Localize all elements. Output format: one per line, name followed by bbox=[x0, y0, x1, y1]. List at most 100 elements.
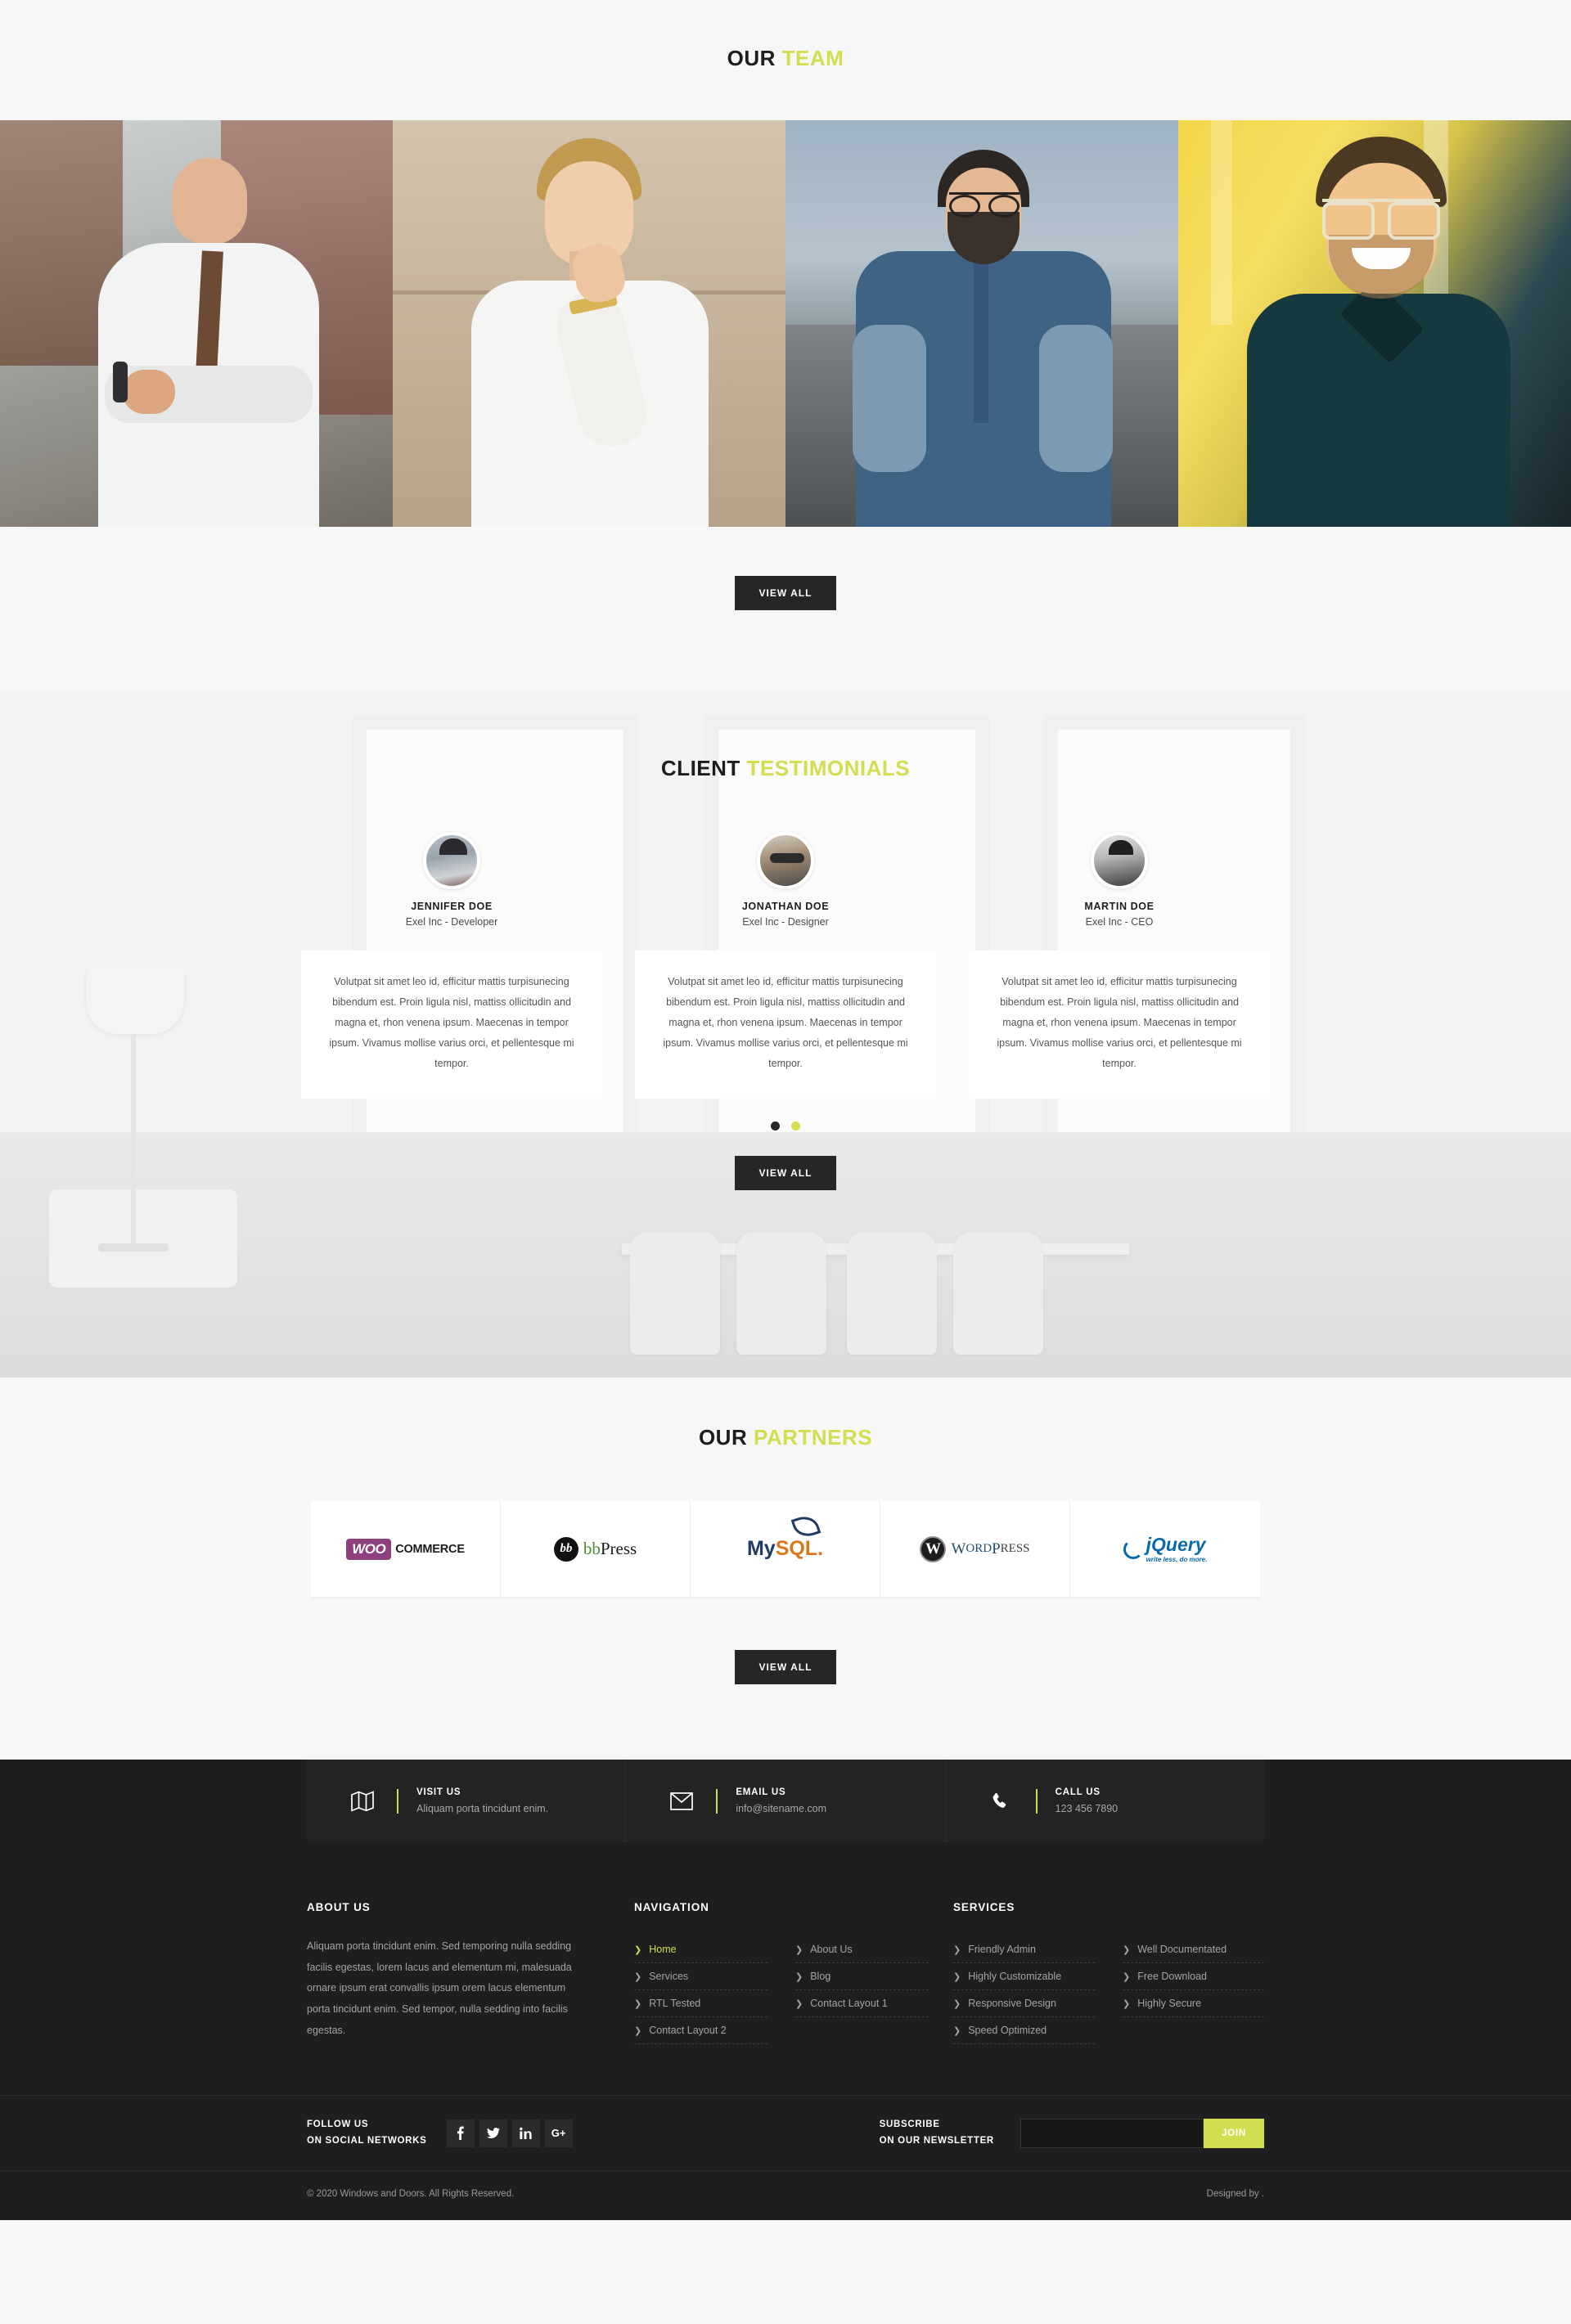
footer-columns: ABOUT US Aliquam porta tincidunt enim. S… bbox=[307, 1842, 1264, 2095]
team-member-card-1[interactable] bbox=[0, 120, 393, 527]
footer-nav-subcol-2: ❯ About Us ❯ Blog ❯ Contact Layout 1 bbox=[795, 1936, 929, 2044]
chevron-right-icon: ❯ bbox=[953, 1998, 961, 2009]
bbpress-logo: bb bb Press bbox=[553, 1536, 637, 1562]
follow-us-label: FOLLOW US ON SOCIAL NETWORKS bbox=[307, 2117, 427, 2149]
partners-view-all-button[interactable]: VIEW ALL bbox=[734, 1650, 837, 1684]
divider bbox=[716, 1788, 718, 1814]
footer-link-responsive-design[interactable]: ❯ Responsive Design bbox=[953, 1990, 1095, 2017]
google-plus-icon[interactable]: G+ bbox=[544, 2119, 573, 2147]
chevron-right-icon: ❯ bbox=[795, 1944, 804, 1955]
team-member-card-2[interactable] bbox=[393, 120, 786, 527]
jquery-logo: jQuery write less, do more. bbox=[1123, 1533, 1207, 1563]
team-member-card-4[interactable] bbox=[1178, 120, 1571, 527]
jquery-text: jQuery bbox=[1146, 1533, 1206, 1555]
footer-link-well-documentated[interactable]: ❯ Well Documentated bbox=[1123, 1936, 1264, 1963]
subscribe-label: SUBSCRIBE ON OUR NEWSLETTER bbox=[880, 2117, 994, 2149]
mysql-text-2: SQL. bbox=[775, 1537, 824, 1560]
follow-us-line-2: ON SOCIAL NETWORKS bbox=[307, 2135, 427, 2146]
testimonials-view-all-button[interactable]: VIEW ALL bbox=[734, 1156, 837, 1190]
testimonials-heading: CLIENT TESTIMONIALS bbox=[0, 756, 1571, 781]
phone-icon bbox=[990, 1791, 1018, 1811]
chevron-right-icon: ❯ bbox=[953, 1971, 961, 1982]
contact-label: VISIT US bbox=[416, 1787, 461, 1797]
partners-row: WOO COMMERCE bb bb Press My SQL. W W ORD… bbox=[0, 1501, 1571, 1599]
twitter-icon[interactable] bbox=[479, 2119, 507, 2147]
footer-navigation-title: NAVIGATION bbox=[634, 1901, 709, 1913]
contact-visit-us[interactable]: VISIT US Aliquam porta tincidunt enim. bbox=[307, 1760, 627, 1842]
contact-email-us[interactable]: EMAIL US info@sitename.com bbox=[626, 1760, 946, 1842]
carousel-dot-1[interactable] bbox=[770, 1122, 780, 1131]
mysql-text-1: My bbox=[746, 1537, 776, 1560]
footer-link-label: Friendly Admin bbox=[968, 1944, 1036, 1955]
footer-link-contact-layout-1[interactable]: ❯ Contact Layout 1 bbox=[795, 1990, 929, 2017]
linkedin-icon[interactable] bbox=[511, 2119, 540, 2147]
footer-nav-subcol-1: ❯ Home ❯ Services ❯ RTL Tested ❯ Contact Lay… bbox=[634, 1936, 767, 2044]
partner-bbpress[interactable]: bb bb Press bbox=[501, 1501, 691, 1599]
partner-mysql[interactable]: My SQL. bbox=[691, 1501, 880, 1599]
wordpress-text-4: RESS bbox=[1000, 1542, 1030, 1555]
chevron-right-icon: ❯ bbox=[795, 1998, 804, 2009]
testimonial-header: JONATHAN DOE Exel Inc - Designer bbox=[635, 832, 936, 928]
contact-call-us[interactable]: CALL US 123 456 7890 bbox=[946, 1760, 1264, 1842]
testimonial-card: JENNIFER DOE Exel Inc - Developer Volutp… bbox=[301, 832, 602, 1099]
footer-link-speed-optimized[interactable]: ❯ Speed Optimized bbox=[953, 2017, 1095, 2044]
team-heading-accent: TEAM bbox=[781, 46, 844, 70]
woocommerce-text: COMMERCE bbox=[395, 1542, 465, 1556]
team-view-all-button[interactable]: VIEW ALL bbox=[734, 576, 837, 610]
site-footer: VISIT US Aliquam porta tincidunt enim. E… bbox=[0, 1760, 1571, 2221]
footer-link-highly-secure[interactable]: ❯ Highly Secure bbox=[1123, 1990, 1264, 2017]
newsletter-email-input[interactable] bbox=[1020, 2118, 1204, 2148]
team-member-card-3[interactable] bbox=[786, 120, 1178, 527]
footer-link-about-us[interactable]: ❯ About Us bbox=[795, 1936, 929, 1963]
footer-link-rtl-tested[interactable]: ❯ RTL Tested bbox=[634, 1990, 767, 2017]
footer-link-contact-layout-2[interactable]: ❯ Contact Layout 2 bbox=[634, 2017, 767, 2044]
footer-link-home[interactable]: ❯ Home bbox=[634, 1936, 767, 1963]
contact-value: Aliquam porta tincidunt enim. bbox=[416, 1803, 549, 1814]
footer-about-text: Aliquam porta tincidunt enim. Sed tempor… bbox=[307, 1940, 572, 2036]
wordpress-mark: W bbox=[920, 1535, 947, 1562]
footer-services-title: SERVICES bbox=[953, 1901, 1015, 1913]
footer-link-label: Highly Secure bbox=[1137, 1998, 1202, 2009]
partner-jquery[interactable]: jQuery write less, do more. bbox=[1070, 1501, 1260, 1599]
footer-link-label: Free Download bbox=[1137, 1971, 1207, 1982]
chevron-right-icon: ❯ bbox=[634, 1944, 642, 1955]
chevron-right-icon: ❯ bbox=[634, 1971, 642, 1982]
footer-serv-subcol-2: ❯ Well Documentated ❯ Free Download ❯ Highl… bbox=[1123, 1936, 1264, 2044]
carousel-dot-2[interactable] bbox=[791, 1122, 801, 1131]
team-member-photo-3 bbox=[786, 120, 1178, 527]
testimonial-quote: Volutpat sit amet leo id, efficitur matt… bbox=[301, 951, 602, 1099]
footer-link-blog[interactable]: ❯ Blog bbox=[795, 1963, 929, 1990]
footer-link-highly-customizable[interactable]: ❯ Highly Customizable bbox=[953, 1963, 1095, 1990]
footer-link-free-download[interactable]: ❯ Free Download bbox=[1123, 1963, 1264, 1990]
testimonial-quote: Volutpat sit amet leo id, efficitur matt… bbox=[969, 951, 1270, 1099]
testimonials-button-row: VIEW ALL bbox=[0, 1156, 1571, 1190]
testimonial-card: MARTIN DOE Exel Inc - CEO Volutpat sit a… bbox=[969, 832, 1270, 1099]
footer-serv-subcol-1: ❯ Friendly Admin ❯ Highly Customizable ❯ Re… bbox=[953, 1936, 1095, 2044]
subscribe-line-1: SUBSCRIBE bbox=[879, 2119, 940, 2129]
partner-woocommerce[interactable]: WOO COMMERCE bbox=[311, 1501, 501, 1599]
footer-link-friendly-admin[interactable]: ❯ Friendly Admin bbox=[953, 1936, 1095, 1963]
mysql-logo: My SQL. bbox=[746, 1513, 824, 1561]
partner-wordpress[interactable]: W W ORD P RESS bbox=[880, 1501, 1070, 1599]
bbpress-mark: bb bbox=[553, 1536, 578, 1562]
testimonial-card: JONATHAN DOE Exel Inc - Designer Volutpa… bbox=[635, 832, 936, 1099]
copyright-bar: © 2020 Windows and Doors. All Rights Res… bbox=[0, 2170, 1571, 2220]
newsletter-join-button[interactable]: JOIN bbox=[1203, 2118, 1264, 2148]
carousel-dots bbox=[0, 1120, 1571, 1135]
testimonials-heading-accent: TESTIMONIALS bbox=[746, 756, 911, 780]
partners-button-row: VIEW ALL bbox=[0, 1650, 1571, 1684]
contact-label: CALL US bbox=[1055, 1787, 1101, 1797]
chevron-right-icon: ❯ bbox=[1123, 1944, 1131, 1955]
team-heading: OUR TEAM bbox=[0, 46, 1571, 71]
subscribe-area: SUBSCRIBE ON OUR NEWSLETTER JOIN bbox=[880, 2117, 1264, 2149]
partners-section: OUR PARTNERS WOO COMMERCE bb bb Press My… bbox=[0, 1378, 1571, 1760]
facebook-icon[interactable] bbox=[446, 2119, 475, 2147]
copyright-text: © 2020 Windows and Doors. All Rights Res… bbox=[307, 2189, 515, 2200]
jquery-arc-icon bbox=[1123, 1539, 1143, 1559]
chevron-right-icon: ❯ bbox=[1123, 1998, 1131, 2009]
avatar bbox=[757, 832, 814, 889]
chevron-right-icon: ❯ bbox=[634, 1998, 642, 2009]
testimonial-name: MARTIN DOE bbox=[1084, 901, 1155, 912]
footer-link-services[interactable]: ❯ Services bbox=[634, 1963, 767, 1990]
social-icons: G+ bbox=[446, 2119, 573, 2147]
